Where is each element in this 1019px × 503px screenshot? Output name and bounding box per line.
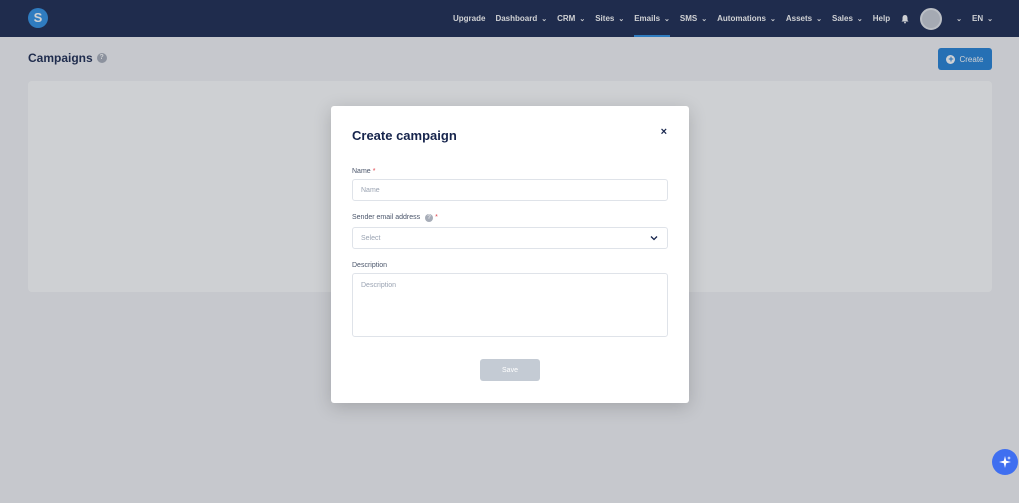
name-input[interactable] xyxy=(352,179,668,201)
chevron-down-icon xyxy=(649,233,659,245)
sender-email-label: Sender email address? * xyxy=(352,214,438,222)
modal-title: Create campaign xyxy=(352,128,457,143)
ai-assistant-button[interactable] xyxy=(992,449,1018,475)
required-mark: * xyxy=(435,214,438,221)
create-campaign-modal: Create campaign × Name* Sender email add… xyxy=(331,106,689,403)
description-textarea[interactable] xyxy=(352,273,668,337)
help-icon[interactable]: ? xyxy=(425,214,434,222)
sparkle-icon xyxy=(999,456,1011,468)
name-label: Name * xyxy=(352,168,376,175)
required-mark: * xyxy=(372,168,376,175)
sender-email-select[interactable]: Select xyxy=(352,227,668,249)
description-label: Description xyxy=(352,262,388,269)
save-button[interactable]: Save xyxy=(480,359,540,381)
sender-email-select-value: Select xyxy=(361,234,381,242)
close-icon[interactable]: × xyxy=(661,126,667,138)
